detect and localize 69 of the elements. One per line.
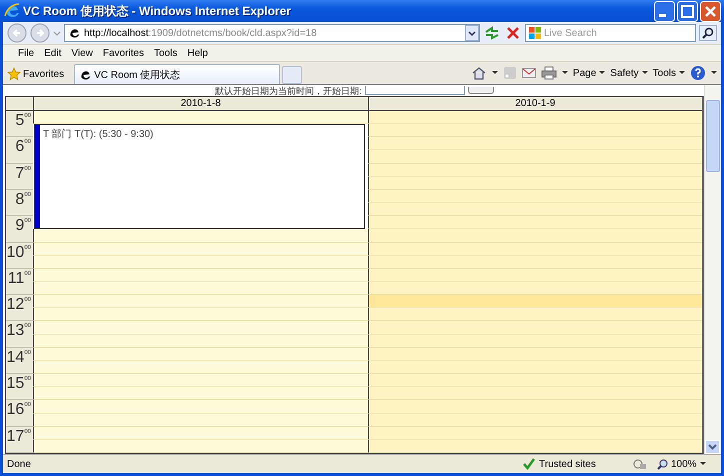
time-slot[interactable] <box>33 111 368 124</box>
windows-flag-icon <box>529 27 541 39</box>
vertical-scrollbar[interactable] <box>704 85 721 454</box>
command-menu[interactable]: Safety <box>610 68 648 78</box>
favorites-button[interactable]: Favorites <box>7 64 72 84</box>
menu-item[interactable]: Favorites <box>98 48 149 58</box>
date-field[interactable] <box>364 86 465 95</box>
hour-label: 15$^{00}$ <box>6 374 33 400</box>
hour-label: 16$^{00}$ <box>6 400 33 427</box>
hour-label: 17$^{00}$ <box>6 426 33 453</box>
hour-label: 5$^{00}$ <box>6 111 33 138</box>
minimize-icon[interactable] <box>654 0 675 22</box>
dropdown-icon <box>679 70 685 76</box>
event-block[interactable]: T 部门 T(T): (5:30 - 9:30) <box>34 124 364 230</box>
day-header: 2010-1-9 <box>368 97 702 111</box>
dropdown-icon <box>642 70 648 76</box>
star-icon <box>7 67 21 81</box>
dropdown-icon[interactable] <box>711 70 717 76</box>
hour-label: 14$^{00}$ <box>6 348 33 374</box>
menu-item[interactable]: Tools <box>148 48 182 58</box>
maximize-icon[interactable] <box>677 0 698 22</box>
hour-label: 7$^{00}$ <box>6 164 33 190</box>
home-icon[interactable] <box>470 66 487 80</box>
forward-icon[interactable] <box>30 23 50 43</box>
hour-label: 10$^{00}$ <box>6 242 33 269</box>
zoom-control[interactable]: 100% <box>657 458 717 470</box>
menu-item[interactable]: Edit <box>39 48 66 58</box>
day-header: 2010-1-8 <box>33 97 368 111</box>
menu-item[interactable]: File <box>13 48 40 58</box>
browser-tab[interactable]: VC Room 使用状态 <box>74 64 280 84</box>
page-icon <box>68 27 80 39</box>
command-menu[interactable]: Tools <box>652 68 685 78</box>
menu-item[interactable]: View <box>66 48 98 58</box>
menu-item[interactable]: Help <box>182 48 213 58</box>
browser-logo-icon <box>4 3 20 19</box>
back-icon[interactable] <box>7 23 27 43</box>
hour-label: 11$^{00}$ <box>6 268 33 296</box>
url-text: http://localhost:1909/dotnetcms/book/cld.aspx?id=18 <box>84 28 318 38</box>
window-title: VC Room 使用状态 - Windows Internet Explorer <box>23 2 292 20</box>
dropdown-icon[interactable] <box>562 70 568 76</box>
hour-label: 12$^{00}$ <box>6 295 33 322</box>
mail-icon[interactable] <box>522 67 536 79</box>
hour-label: 9$^{00}$ <box>6 216 33 243</box>
security-zone: Trusted sites <box>523 458 623 470</box>
hour-label: 13$^{00}$ <box>6 321 33 348</box>
search-field[interactable]: Live Search <box>525 24 696 42</box>
help-icon[interactable] <box>690 65 706 81</box>
scrollbar-thumb[interactable] <box>706 100 720 172</box>
address-field[interactable]: http://localhost:1909/dotnetcms/book/cld.aspx?id=18 <box>64 24 480 42</box>
command-menu[interactable]: Page <box>572 68 606 78</box>
event-title: T 部门 T(T): (5:30 - 9:30) <box>43 128 154 142</box>
search-input[interactable]: Live Search <box>544 28 684 38</box>
dropdown-icon <box>700 461 706 467</box>
printer-icon[interactable] <box>540 66 557 80</box>
search-icon[interactable] <box>699 25 717 41</box>
status-text: Done <box>7 458 32 470</box>
hour-label: 8$^{00}$ <box>6 190 33 216</box>
new-tab-button[interactable] <box>282 66 302 84</box>
notice-text: 默认开始日期为当前时间，开始日期: <box>215 86 362 96</box>
magnifier-icon <box>657 458 668 470</box>
hour-label: 6$^{00}$ <box>6 137 33 164</box>
checkmark-icon <box>523 458 535 470</box>
page-icon <box>79 68 92 80</box>
dropdown-icon[interactable] <box>465 25 479 41</box>
dropdown-icon <box>599 70 606 76</box>
dropdown-icon[interactable] <box>492 70 498 76</box>
scroll-down-icon[interactable] <box>705 440 720 454</box>
close-icon[interactable] <box>700 0 721 22</box>
submit-button[interactable] <box>468 87 494 94</box>
